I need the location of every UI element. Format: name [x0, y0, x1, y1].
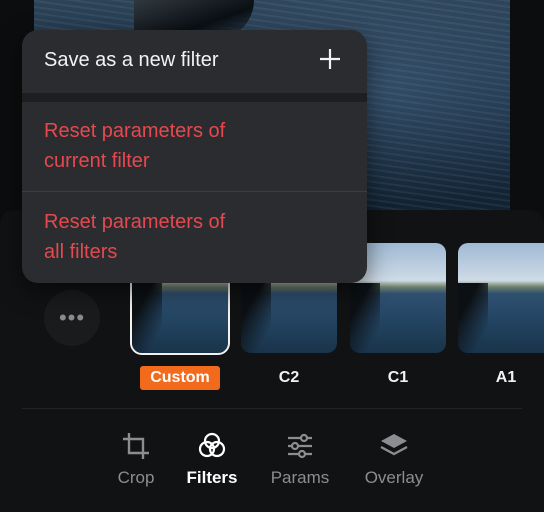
tab-params-label: Params: [270, 468, 330, 487]
filter-thumb-a1[interactable]: [458, 243, 544, 353]
more-icon: •••: [58, 305, 86, 330]
tab-filters[interactable]: Filters: [167, 430, 257, 488]
tab-params[interactable]: Params: [255, 430, 345, 488]
filter-label-a1[interactable]: A1: [458, 366, 544, 390]
save-new-filter-label: Save as a new filter: [44, 49, 219, 71]
filter-label-custom[interactable]: Custom: [132, 366, 228, 390]
tab-crop-label: Crop: [117, 468, 155, 487]
reset-all-line-1: Reset parameters of: [44, 211, 226, 233]
reset-all-line-2: all filters: [44, 241, 118, 263]
sliders-icon: [288, 433, 312, 459]
plus-icon[interactable]: [319, 48, 341, 70]
layers-icon: [380, 434, 408, 456]
filters-icon: [198, 432, 226, 458]
tabbar-divider: [22, 408, 522, 409]
reset-all-filters-item[interactable]: Reset parameters of all filters: [22, 207, 367, 267]
reset-current-filter-item[interactable]: Reset parameters of current filter: [22, 116, 367, 176]
filter-label-c2[interactable]: C2: [241, 366, 337, 390]
filter-label-c1[interactable]: C1: [350, 366, 446, 390]
tab-overlay[interactable]: Overlay: [349, 430, 439, 488]
custom-badge: Custom: [140, 366, 220, 390]
menu-group-gap: [22, 93, 367, 102]
filter-options-menu: Save as a new filter Reset parameters of…: [22, 30, 367, 283]
tab-overlay-label: Overlay: [364, 468, 424, 487]
reset-current-line-2: current filter: [44, 150, 150, 172]
tab-filters-label: Filters: [186, 468, 238, 487]
reset-current-line-1: Reset parameters of: [44, 120, 226, 142]
save-new-filter-item[interactable]: Save as a new filter: [22, 45, 367, 75]
crop-icon: [123, 433, 149, 459]
menu-separator: [22, 191, 367, 192]
more-options-button[interactable]: •••: [44, 290, 100, 346]
